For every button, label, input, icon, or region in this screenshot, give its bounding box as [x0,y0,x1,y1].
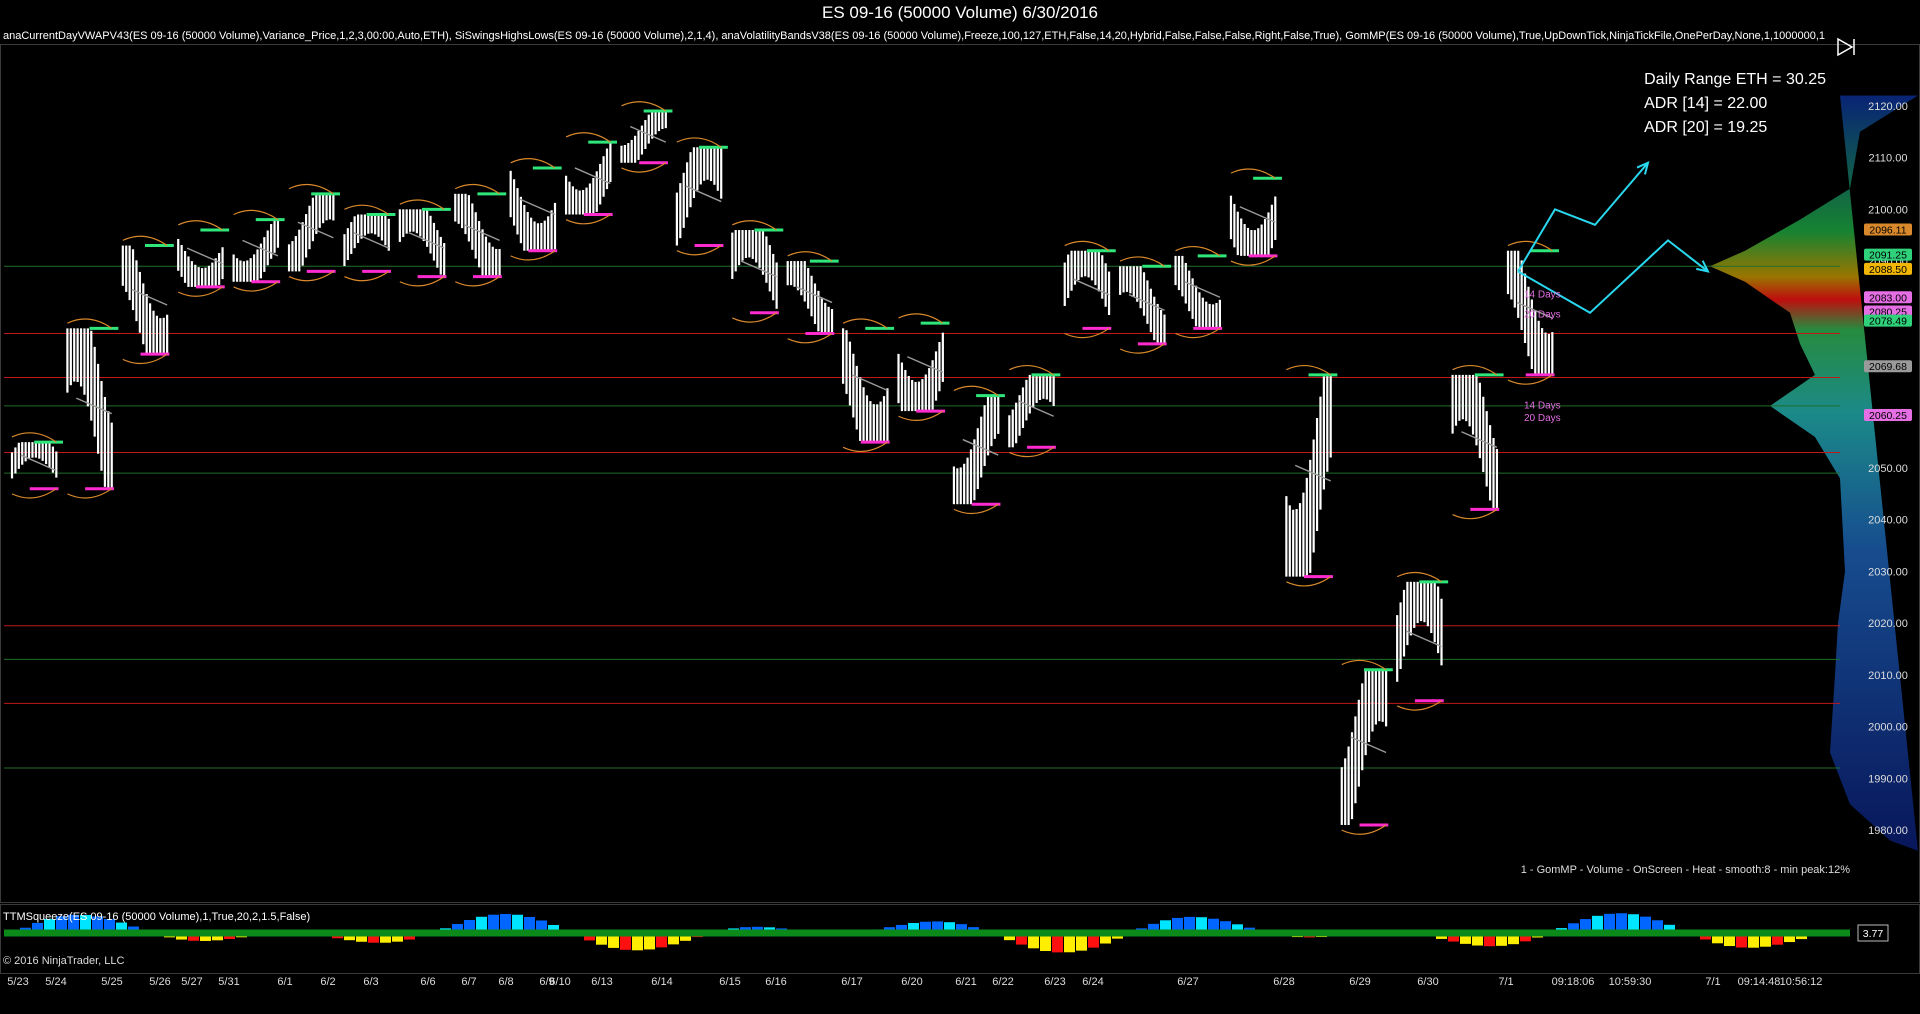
y-tick-label: 2010.00 [1868,670,1908,682]
chart-window: ES 09-16 (50000 Volume) 6/30/2016 anaCur… [0,0,1920,1014]
time-axis-label: 6/6 [420,976,435,988]
price-tag: 2088.50 [1869,264,1907,276]
vwap-mid-line [907,356,944,373]
price-tag: 2091.25 [1869,250,1907,262]
y-tick-label: 2000.00 [1868,722,1908,734]
time-axis-label: 6/22 [992,976,1013,988]
adr-label-days14_b: 14 Days [1524,401,1561,412]
time-axis-label: 7/1 [1498,976,1513,988]
y-tick-label: 2120.00 [1868,101,1908,113]
time-axis-label: 10:59:30 [1609,976,1652,988]
y-tick-label: 2020.00 [1868,618,1908,630]
time-axis-label: 6/20 [901,976,922,988]
profile-label: 1 - GomMP - Volume - OnScreen - Heat - s… [1520,864,1850,876]
time-axis-label: 10:56:12 [1780,976,1823,988]
adr-label-days20_a: 20 Days [1524,310,1561,321]
copyright-text: © 2016 NinjaTrader, LLC [3,955,125,967]
adr-label-days20_b: 20 Days [1524,413,1561,424]
time-axis-label: 6/21 [955,976,976,988]
time-axis-label: 6/2 [320,976,335,988]
price-tag: 2069.68 [1869,361,1907,373]
time-axis-label: 5/23 [7,976,28,988]
time-axis-label: 6/28 [1273,976,1294,988]
time-axis-label: 6/30 [1417,976,1438,988]
time-axis-label: 6/16 [765,976,786,988]
time-axis-label: 09:14:48 [1738,976,1781,988]
time-axis-label: 6/27 [1177,976,1198,988]
projection-path-0 [1517,162,1649,272]
time-axis-label: 5/27 [181,976,202,988]
time-axis-label: 6/29 [1349,976,1370,988]
time-axis-label: 5/26 [149,976,170,988]
ttm-squeeze-title: TTMSqueeze(ES 09-16 (50000 Volume),1,Tru… [3,911,311,923]
y-tick-label: 2030.00 [1868,566,1908,578]
time-axis-label: 6/10 [549,976,570,988]
time-axis-label: 5/24 [45,976,66,988]
price-tag: 2060.25 [1869,410,1907,422]
y-tick-label: 2040.00 [1868,515,1908,527]
y-tick-label: 1990.00 [1868,773,1908,785]
time-axis-label: 5/31 [218,976,239,988]
time-axis-label: 09:18:06 [1552,976,1595,988]
time-axis-label: 6/13 [591,976,612,988]
range-stats: Daily Range ETH = 30.25 ADR [14] = 22.00… [1644,68,1826,140]
time-axis-label: 5/25 [101,976,122,988]
time-axis-label: 6/14 [651,976,672,988]
vwap-mid-line [1405,630,1442,648]
adr20-text: ADR [20] = 19.25 [1644,119,1768,136]
time-axis-label: 6/24 [1082,976,1103,988]
adr14-text: ADR [14] = 22.00 [1644,95,1768,112]
ttm-value-tag: 3.77 [1863,928,1884,940]
time-axis-label: 6/7 [461,976,476,988]
daily-range-text: Daily Range ETH = 30.25 [1644,71,1826,88]
adr-label-days14_a: 14 Days [1524,289,1561,300]
y-tick-label: 1980.00 [1868,825,1908,837]
price-chart[interactable]: 14 Days20 Days14 Days20 Days1980.001990.… [0,0,1920,1014]
time-axis-label: 6/8 [498,976,513,988]
time-axis-label: 6/15 [719,976,740,988]
time-axis-label: 6/1 [277,976,292,988]
time-axis-label: 6/3 [363,976,378,988]
y-tick-label: 2050.00 [1868,463,1908,475]
price-tag: 2078.49 [1869,316,1907,328]
vwap-mid-line [1239,206,1276,223]
vwap-mid-line [1073,278,1110,296]
time-axis-label: 6/23 [1044,976,1065,988]
play-icon[interactable] [1834,36,1858,58]
y-tick-label: 2110.00 [1869,153,1908,165]
price-tag: 2096.11 [1869,224,1906,236]
y-tick-label: 2100.00 [1868,204,1908,216]
time-axis-label: 7/1 [1705,976,1720,988]
price-tag: 2083.00 [1869,292,1907,304]
time-axis-label: 6/17 [841,976,862,988]
